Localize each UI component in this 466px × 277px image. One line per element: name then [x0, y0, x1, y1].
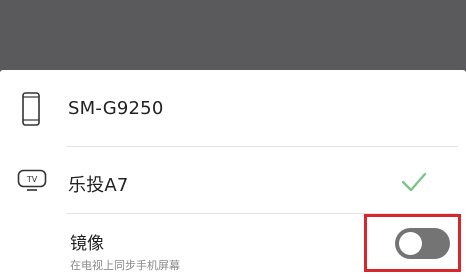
- dim-overlay[interactable]: [0, 0, 466, 72]
- check-icon: [401, 172, 427, 192]
- phone-icon: [22, 92, 40, 126]
- svg-text:TV: TV: [26, 175, 38, 184]
- toggle-knob: [399, 232, 422, 255]
- device-item-sm-g9250[interactable]: SM-G9250: [0, 72, 466, 146]
- tv-icon: TV: [17, 169, 47, 191]
- mirror-toggle[interactable]: [395, 228, 450, 259]
- device-name: 乐投A7: [68, 175, 129, 196]
- device-item-letou-a7[interactable]: TV 乐投A7: [0, 146, 466, 220]
- device-name: SM-G9250: [68, 98, 164, 119]
- mirror-title: 镜像: [70, 234, 104, 254]
- mirror-subtitle: 在电视上同步手机屏幕: [70, 259, 180, 272]
